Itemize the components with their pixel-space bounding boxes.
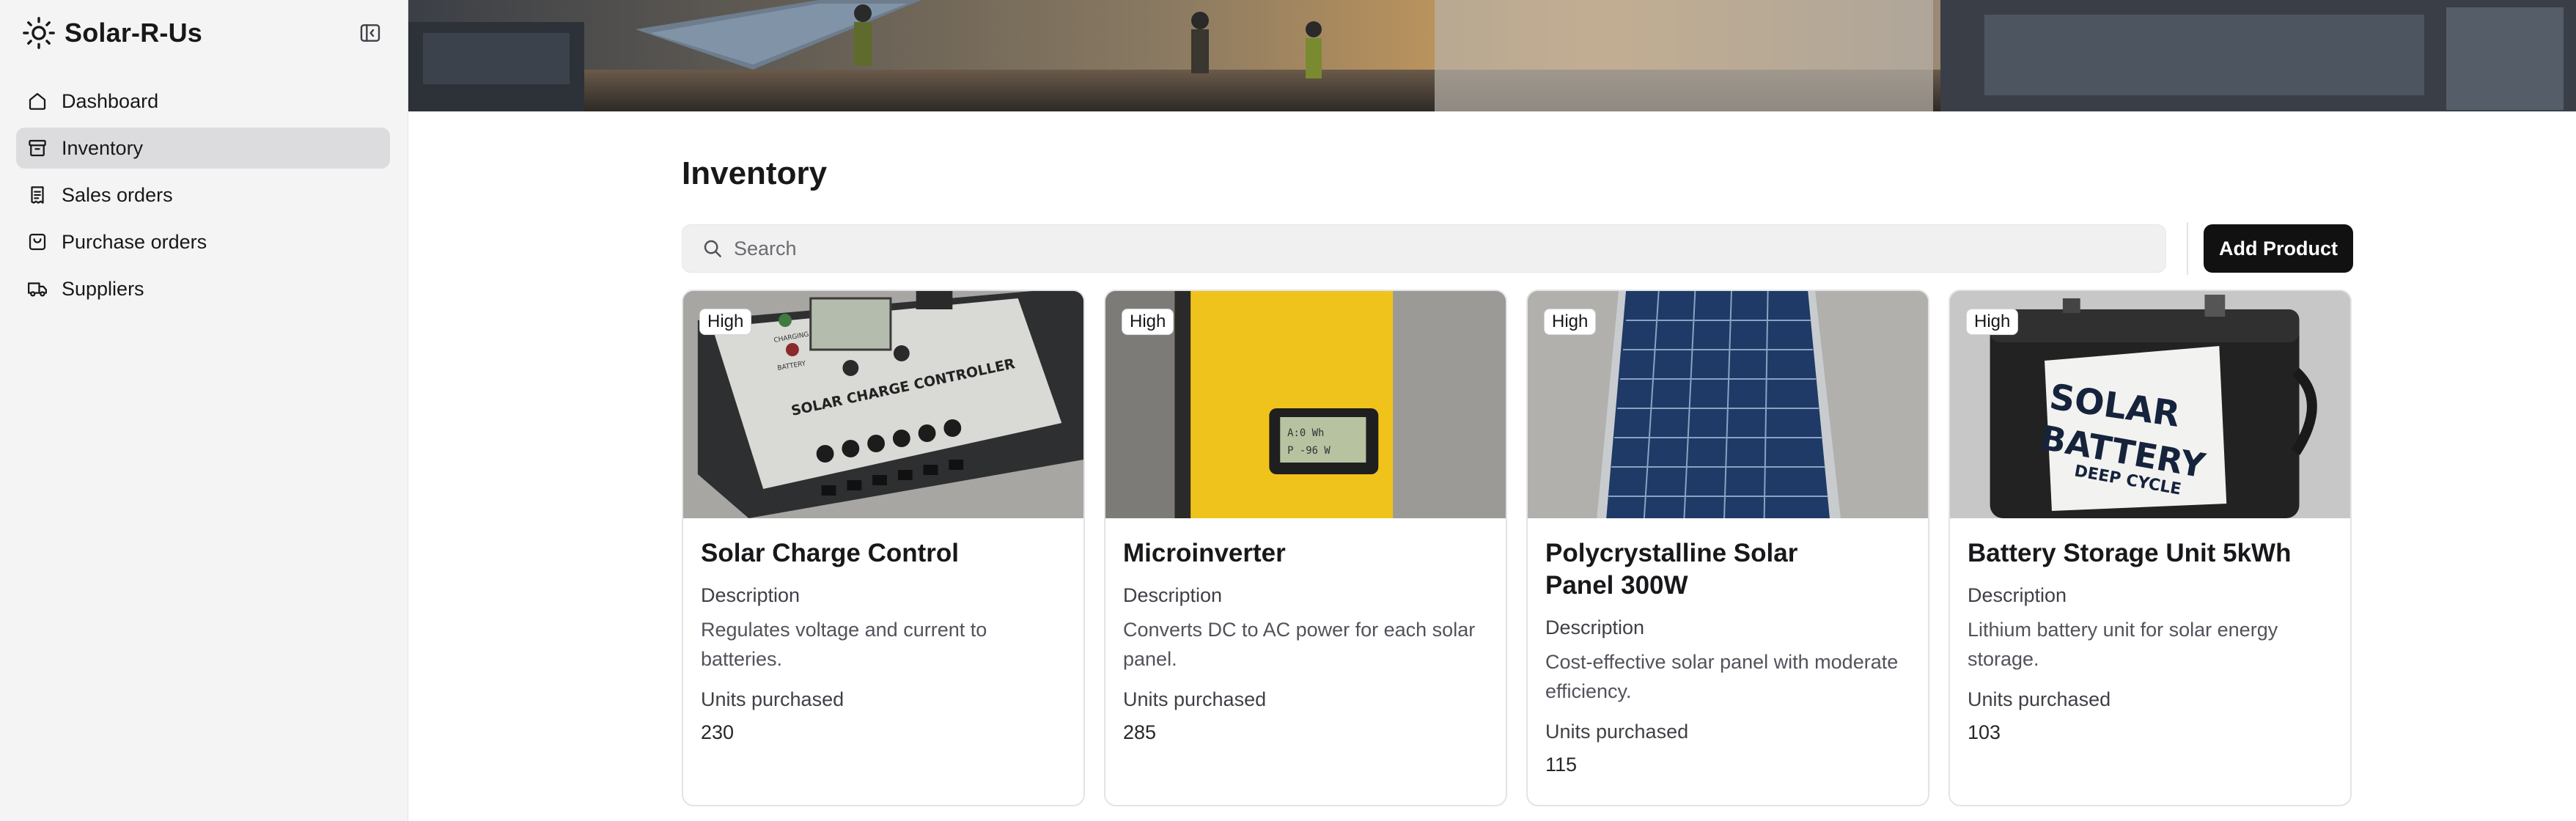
units-purchased-value: 230 (701, 721, 735, 743)
sidebar-item-label: Suppliers (62, 277, 144, 300)
product-name: Microinverter (1123, 539, 1286, 567)
sidebar-item-inventory[interactable]: Inventory (16, 128, 390, 169)
product-card[interactable]: SOLAR CHARGE CONTROLLER CHARGING BATTERY… (682, 290, 1085, 806)
sidebar-item-purchase-orders[interactable]: Purchase orders (16, 221, 390, 262)
units-label: Units purchased (1545, 721, 1689, 743)
archive-box-icon (26, 137, 48, 159)
product-description: Lithium battery unit for solar energy st… (1968, 619, 2278, 670)
product-card[interactable]: SOLAR BATTERY DEEP CYCLE High Battery St… (1948, 290, 2352, 806)
units-purchased-value: 285 (1123, 721, 1157, 743)
search-bar[interactable] (682, 224, 2166, 273)
toolbar-divider (2187, 222, 2188, 275)
product-grid: SOLAR CHARGE CONTROLLER CHARGING BATTERY… (682, 290, 2353, 806)
search-input[interactable] (734, 237, 2127, 260)
app-name: Solar-R-Us (65, 18, 203, 48)
sidebar-nav: Dashboard Inventory Sales orders Purchas… (16, 81, 390, 315)
receipt-icon (26, 184, 48, 206)
product-image: SOLAR CHARGE CONTROLLER CHARGING BATTERY… (683, 291, 1083, 518)
priority-badge: High (1966, 309, 2019, 335)
priority-badge: High (699, 309, 752, 335)
shopping-bag-icon (26, 231, 48, 253)
sidebar-toggle-button[interactable] (357, 20, 383, 46)
product-name: Polycrystalline Solar Panel 300W (1545, 539, 1798, 600)
product-image: A:0 Wh P -96 W High (1105, 291, 1506, 518)
product-description: Converts DC to AC power for each solar p… (1123, 619, 1476, 670)
sidebar-item-label: Inventory (62, 136, 144, 159)
sidebar-item-label: Sales orders (62, 183, 173, 206)
header-banner-image (408, 0, 2576, 111)
product-description: Regulates voltage and current to batteri… (701, 619, 987, 670)
description-label: Description (1123, 584, 1223, 606)
svg-text:P -96 W: P -96 W (1287, 445, 1331, 457)
svg-text:A:0 Wh: A:0 Wh (1287, 427, 1324, 439)
sun-icon (22, 16, 56, 50)
units-purchased-value: 103 (1968, 721, 2001, 743)
product-card[interactable]: A:0 Wh P -96 W High Microinverter Descri… (1104, 290, 1507, 806)
units-label: Units purchased (1968, 688, 2111, 710)
brand[interactable]: Solar-R-Us (22, 15, 202, 51)
product-image: High (1528, 291, 1928, 518)
search-icon (702, 238, 724, 259)
sidebar-item-dashboard[interactable]: Dashboard (16, 81, 390, 122)
product-description: Cost-effective solar panel with moderate… (1545, 651, 1899, 702)
product-image: SOLAR BATTERY DEEP CYCLE High (1950, 291, 2350, 518)
units-label: Units purchased (701, 688, 844, 710)
home-icon (26, 90, 48, 112)
units-label: Units purchased (1123, 688, 1267, 710)
add-product-button[interactable]: Add Product (2204, 224, 2353, 273)
description-label: Description (1545, 616, 1645, 638)
description-label: Description (1968, 584, 2067, 606)
sidebar-collapse-icon (358, 21, 382, 45)
priority-badge: High (1122, 309, 1174, 335)
sidebar-item-label: Purchase orders (62, 230, 207, 253)
units-purchased-value: 115 (1545, 754, 1578, 776)
sidebar: Solar-R-Us Dashboard Inventory Sales ord… (0, 0, 408, 821)
truck-icon (26, 278, 48, 300)
product-name: Battery Storage Unit 5kWh (1968, 539, 2292, 567)
description-label: Description (701, 584, 801, 606)
product-name: Solar Charge Control (701, 539, 959, 567)
sidebar-item-label: Dashboard (62, 89, 159, 112)
sidebar-item-suppliers[interactable]: Suppliers (16, 268, 390, 309)
product-card[interactable]: High Polycrystalline Solar Panel 300W De… (1526, 290, 1929, 806)
sidebar-item-sales-orders[interactable]: Sales orders (16, 174, 390, 216)
page-title: Inventory (682, 155, 828, 191)
priority-badge: High (1544, 309, 1597, 335)
